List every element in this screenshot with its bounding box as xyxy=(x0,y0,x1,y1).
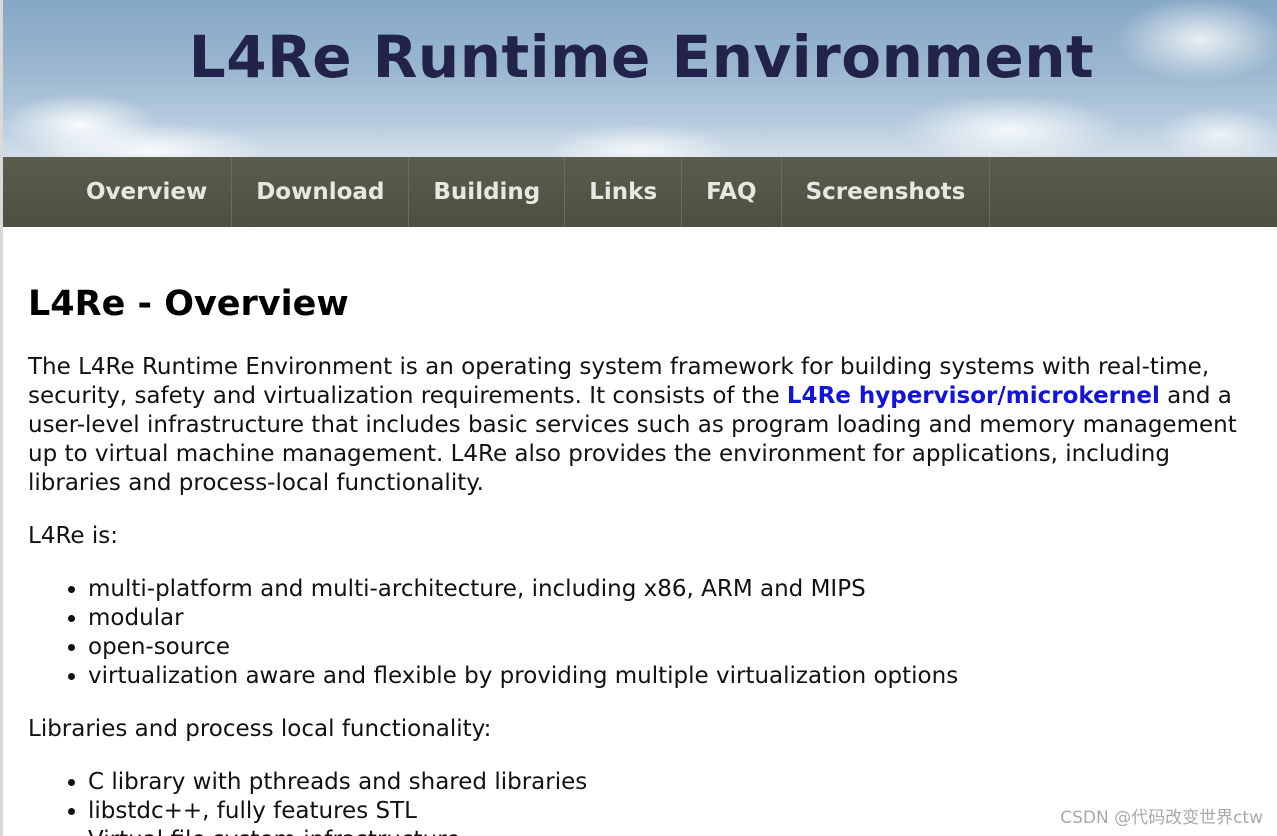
list-item: virtualization aware and flexible by pro… xyxy=(88,662,1243,691)
list-item: C library with pthreads and shared libra… xyxy=(88,768,1243,797)
main-content: L4Re - Overview The L4Re Runtime Environ… xyxy=(28,228,1243,836)
nav-item-faq[interactable]: FAQ xyxy=(682,157,782,227)
watermark-text: CSDN @代码改变世界ctw xyxy=(1060,803,1263,828)
page-heading: L4Re - Overview xyxy=(28,284,349,324)
intro-paragraph: The L4Re Runtime Environment is an opera… xyxy=(28,353,1243,498)
l4re-is-label: L4Re is: xyxy=(28,523,118,549)
nav-item-links[interactable]: Links xyxy=(565,157,683,227)
l4re-features-list: multi-platform and multi-architecture, i… xyxy=(28,575,1243,691)
nav-item-building[interactable]: Building xyxy=(409,157,566,227)
libraries-label: Libraries and process local functionalit… xyxy=(28,716,492,742)
list-item: modular xyxy=(88,604,1243,633)
microkernel-link[interactable]: L4Re hypervisor/microkernel xyxy=(787,383,1160,409)
left-window-edge xyxy=(0,0,3,836)
nav-item-overview[interactable]: Overview xyxy=(62,157,233,227)
site-title: L4Re Runtime Environment xyxy=(188,23,1095,91)
list-item: multi-platform and multi-architecture, i… xyxy=(88,575,1243,604)
list-item: open-source xyxy=(88,633,1243,662)
main-navigation: Overview Download Building Links FAQ Scr… xyxy=(0,157,1277,227)
site-header-banner: L4Re Runtime Environment xyxy=(0,0,1277,157)
nav-item-download[interactable]: Download xyxy=(232,157,410,227)
nav-item-screenshots[interactable]: Screenshots xyxy=(782,157,991,227)
